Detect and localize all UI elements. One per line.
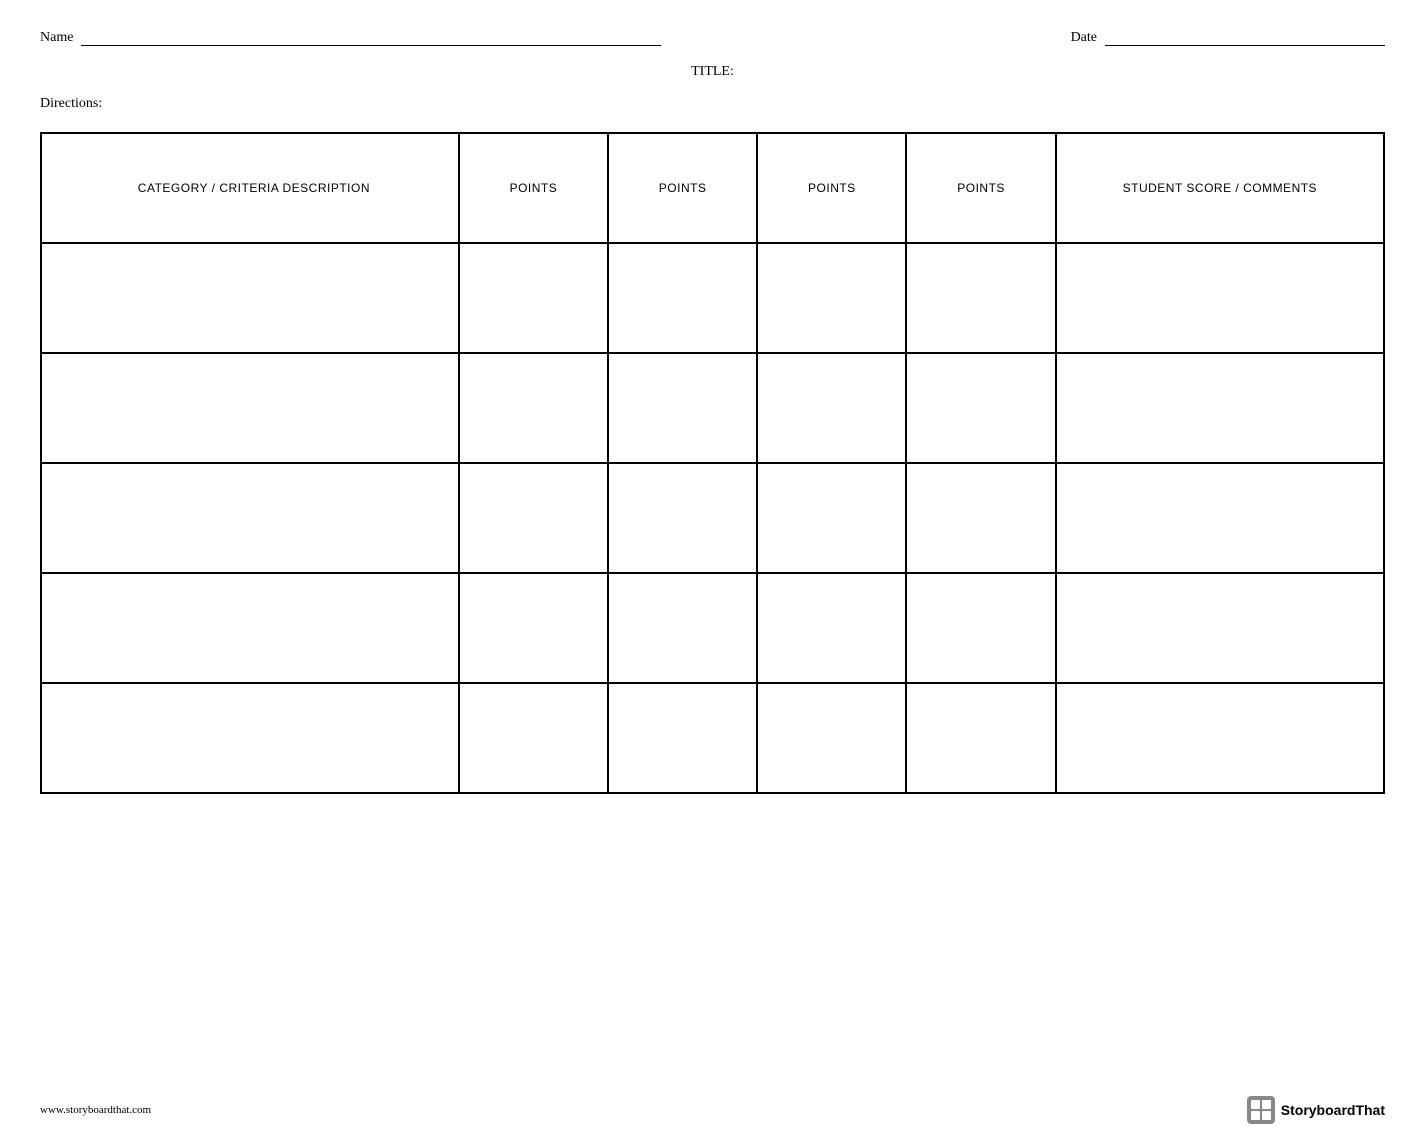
table-row bbox=[41, 463, 1384, 573]
cell-row4-points3 bbox=[757, 683, 906, 793]
cell-row0-score bbox=[1056, 243, 1384, 353]
title-row: TITLE: bbox=[40, 64, 1385, 80]
cell-row2-points4 bbox=[906, 463, 1055, 573]
cell-row4-points1 bbox=[459, 683, 608, 793]
cell-row1-points4 bbox=[906, 353, 1055, 463]
col-header-points2: POINTS bbox=[608, 133, 757, 243]
title-label: TITLE: bbox=[691, 64, 734, 79]
cell-row2-category bbox=[41, 463, 459, 573]
header-row: Name Date bbox=[40, 30, 1385, 46]
cell-row3-score bbox=[1056, 573, 1384, 683]
name-label: Name bbox=[40, 30, 73, 46]
cell-row4-score bbox=[1056, 683, 1384, 793]
directions-row: Directions: bbox=[40, 96, 1385, 112]
cell-row2-points2 bbox=[608, 463, 757, 573]
table-row bbox=[41, 353, 1384, 463]
cell-row0-category bbox=[41, 243, 459, 353]
footer-logo: StoryboardThat bbox=[1247, 1096, 1385, 1124]
cell-row4-points4 bbox=[906, 683, 1055, 793]
cell-row2-points3 bbox=[757, 463, 906, 573]
cell-row0-points3 bbox=[757, 243, 906, 353]
cell-row1-category bbox=[41, 353, 459, 463]
cell-row2-score bbox=[1056, 463, 1384, 573]
date-field: Date bbox=[1071, 30, 1385, 46]
name-line bbox=[81, 30, 661, 46]
table-row bbox=[41, 683, 1384, 793]
col-header-points4: POINTS bbox=[906, 133, 1055, 243]
cell-row1-points2 bbox=[608, 353, 757, 463]
cell-row0-points2 bbox=[608, 243, 757, 353]
brand-name: StoryboardThat bbox=[1281, 1102, 1385, 1118]
cell-row0-points4 bbox=[906, 243, 1055, 353]
table-row bbox=[41, 573, 1384, 683]
name-field: Name bbox=[40, 30, 661, 46]
cell-row3-category bbox=[41, 573, 459, 683]
footer-website: www.storyboardthat.com bbox=[40, 1104, 151, 1116]
cell-row4-category bbox=[41, 683, 459, 793]
directions-label: Directions: bbox=[40, 96, 102, 111]
col-header-score: STUDENT SCORE / COMMENTS bbox=[1056, 133, 1384, 243]
col-header-points3: POINTS bbox=[757, 133, 906, 243]
footer: www.storyboardthat.com StoryboardThat bbox=[0, 1088, 1425, 1132]
page-container: Name Date TITLE: Directions: CATEGORY / … bbox=[0, 0, 1425, 1132]
cell-row1-score bbox=[1056, 353, 1384, 463]
cell-row3-points2 bbox=[608, 573, 757, 683]
date-label: Date bbox=[1071, 30, 1097, 46]
cell-row3-points1 bbox=[459, 573, 608, 683]
col-header-points1: POINTS bbox=[459, 133, 608, 243]
cell-row3-points4 bbox=[906, 573, 1055, 683]
cell-row2-points1 bbox=[459, 463, 608, 573]
logo-svg bbox=[1249, 1098, 1273, 1122]
cell-row1-points1 bbox=[459, 353, 608, 463]
table-row bbox=[41, 243, 1384, 353]
cell-row0-points1 bbox=[459, 243, 608, 353]
cell-row1-points3 bbox=[757, 353, 906, 463]
date-line bbox=[1105, 30, 1385, 46]
storyboardthat-logo-icon bbox=[1247, 1096, 1275, 1124]
cell-row4-points2 bbox=[608, 683, 757, 793]
rubric-table: CATEGORY / CRITERIA DESCRIPTION POINTS P… bbox=[40, 132, 1385, 794]
table-header-row: CATEGORY / CRITERIA DESCRIPTION POINTS P… bbox=[41, 133, 1384, 243]
col-header-category: CATEGORY / CRITERIA DESCRIPTION bbox=[41, 133, 459, 243]
cell-row3-points3 bbox=[757, 573, 906, 683]
